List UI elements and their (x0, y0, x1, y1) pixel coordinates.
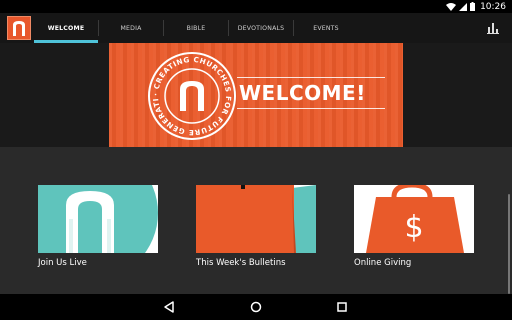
tab-strip: WELCOME MEDIA BIBLE DEVOTIONALS EVENTS (34, 13, 358, 43)
signal-icon (459, 2, 468, 11)
tab-events-label: EVENTS (313, 24, 339, 32)
hero-area: · CREATING CHURCHES FOR FUTURE GENERATIO… (0, 43, 512, 147)
status-bar: 10:26 (0, 0, 512, 13)
church-seal-icon: · CREATING CHURCHES FOR FUTURE GENERATIO… (147, 51, 236, 140)
status-icons (446, 2, 476, 11)
home-icon[interactable] (249, 300, 263, 314)
status-time: 10:26 (480, 1, 506, 12)
bar-chart-icon[interactable] (486, 21, 500, 35)
tab-bible-label: BIBLE (186, 24, 206, 32)
tab-devotionals-label: DEVOTIONALS (237, 24, 285, 32)
card-bulletins[interactable]: This Week's Bulletins (196, 185, 316, 268)
card-image (38, 185, 158, 253)
card-join-us-live[interactable]: Join Us Live (38, 185, 158, 268)
welcome-banner[interactable]: · CREATING CHURCHES FOR FUTURE GENERATIO… (109, 43, 403, 147)
recents-icon[interactable] (335, 300, 349, 314)
card-image (196, 185, 316, 253)
status-right: 10:26 (446, 0, 506, 13)
hero-title: WELCOME! (239, 81, 366, 105)
app-window: 10:26 WELCOME MEDIA BIBLE DEVOTIONALS EV… (0, 0, 512, 320)
hero-rule-top (237, 77, 385, 78)
battery-icon (470, 2, 476, 11)
hero-title-wrap: WELCOME! (237, 77, 385, 109)
card-image: $ (354, 185, 474, 253)
tab-events[interactable]: EVENTS (294, 13, 358, 43)
app-bar: WELCOME MEDIA BIBLE DEVOTIONALS EVENTS (0, 13, 512, 43)
app-logo-arch-icon[interactable] (7, 16, 31, 40)
tab-welcome[interactable]: WELCOME (34, 13, 98, 43)
card-label: Join Us Live (38, 258, 87, 268)
tab-welcome-label: WELCOME (47, 24, 85, 32)
system-nav-bar (0, 294, 512, 320)
dollar-bag-icon: $ (354, 185, 474, 253)
card-online-giving[interactable]: $ Online Giving (354, 185, 474, 268)
scrollbar-thumb[interactable] (508, 194, 510, 294)
card-label: This Week's Bulletins (196, 258, 286, 268)
back-icon[interactable] (162, 300, 176, 314)
tab-devotionals[interactable]: DEVOTIONALS (229, 13, 293, 43)
arch-icon (38, 185, 158, 253)
bulletin-icon (196, 185, 316, 253)
wifi-icon (446, 2, 457, 11)
svg-text:$: $ (404, 210, 423, 245)
content-grid: Join Us Live This Week's Bulletins $ Onl… (0, 147, 512, 294)
hero-rule-bottom (237, 108, 385, 109)
tab-media[interactable]: MEDIA (99, 13, 163, 43)
card-label: Online Giving (354, 258, 412, 268)
tab-media-label: MEDIA (120, 24, 142, 32)
tab-bible[interactable]: BIBLE (164, 13, 228, 43)
